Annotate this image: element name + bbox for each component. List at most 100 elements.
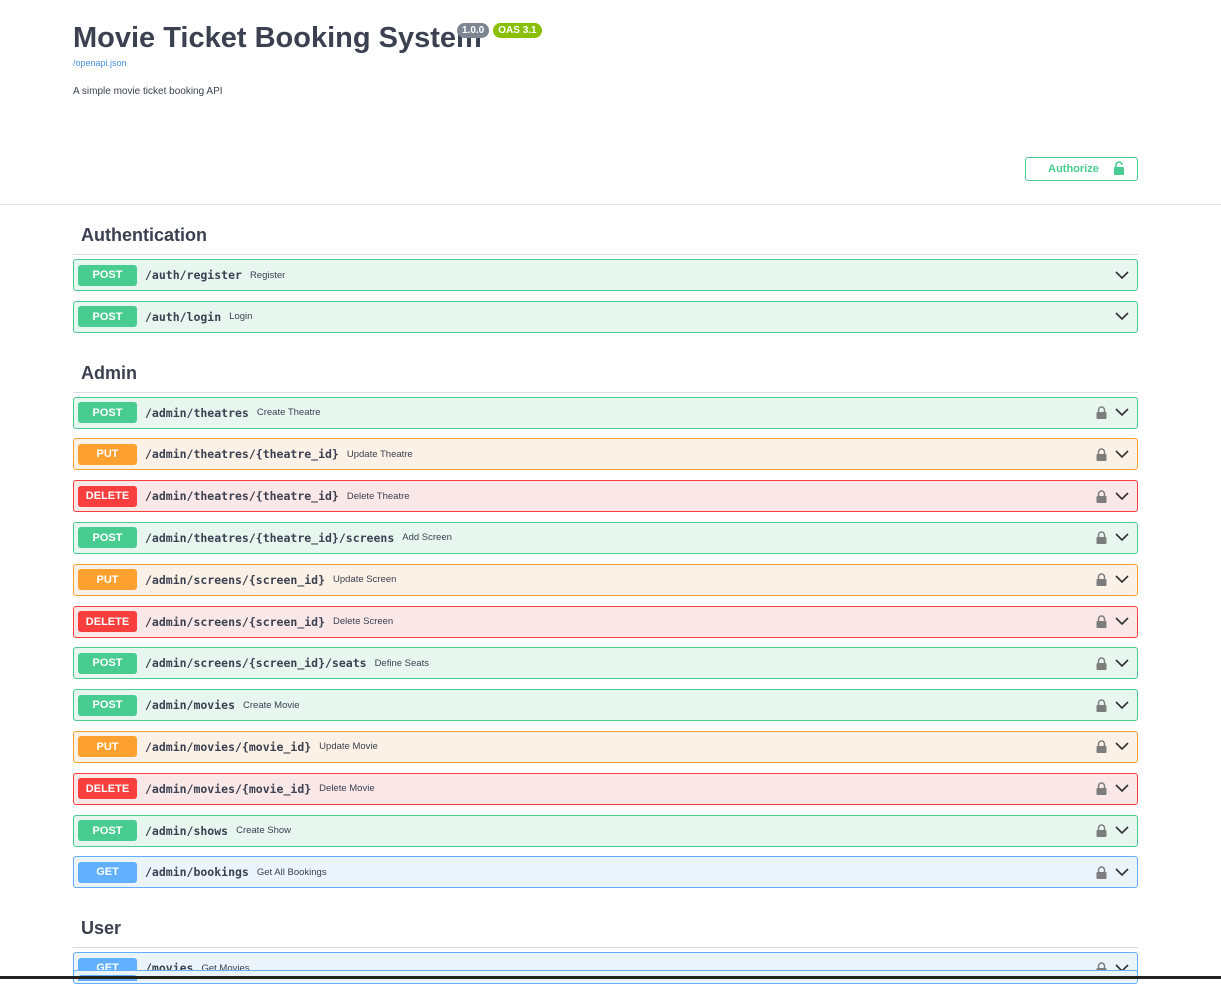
- operation-summary: Update Theatre: [346, 448, 413, 460]
- operation-path: /admin/movies/{movie_id}: [145, 739, 312, 754]
- method-badge: POST: [78, 527, 137, 549]
- operation-row[interactable]: DELETE/admin/screens/{screen_id} Delete S…: [73, 605, 1138, 638]
- operation-tags: Authentication POST/auth/register Register…: [73, 205, 1138, 994]
- lock-icon[interactable]: [1096, 573, 1107, 587]
- operation-row[interactable]: POST/auth/login Login: [73, 300, 1138, 333]
- operation-path: /admin/theatres/{theatre_id}: [145, 489, 339, 504]
- operation-row[interactable]: POST/admin/movies Create Movie: [73, 689, 1138, 722]
- operation-summary: Define Seats: [374, 657, 429, 669]
- operation-path: /admin/screens/{screen_id}: [145, 572, 326, 587]
- operation-controls: [1096, 439, 1129, 469]
- method-badge: PUT: [78, 569, 137, 591]
- operation-row[interactable]: POST/auth/register Register: [73, 259, 1138, 291]
- chevron-down-icon[interactable]: [1115, 784, 1129, 793]
- operation-controls: [1096, 690, 1129, 720]
- chevron-down-icon[interactable]: [1115, 617, 1129, 626]
- lock-icon[interactable]: [1096, 698, 1107, 712]
- operation-summary: Add Screen: [402, 532, 452, 544]
- chevron-down-icon[interactable]: [1115, 450, 1129, 459]
- lock-icon[interactable]: [1096, 490, 1107, 503]
- method-badge: DELETE: [78, 485, 137, 507]
- operation-controls: [1096, 565, 1129, 595]
- method-badge: POST: [78, 402, 137, 424]
- operation-path: /auth/login: [145, 309, 222, 324]
- tag-header[interactable]: Admin: [73, 343, 1138, 393]
- operation-row[interactable]: POST/admin/screens/{screen_id}/seats Defi…: [73, 647, 1138, 680]
- lock-icon[interactable]: [1096, 824, 1107, 838]
- operation-controls: [1115, 302, 1129, 332]
- operation-row[interactable]: GET/admin/bookings Get All Bookings: [73, 856, 1138, 889]
- operation-row[interactable]: POST/admin/shows Create Show: [73, 814, 1138, 847]
- unlock-icon: [1113, 160, 1125, 178]
- operation-row[interactable]: POST/admin/theatres Create Theatre: [73, 396, 1138, 429]
- authorize-label: Authorize: [1048, 163, 1099, 175]
- operation-row[interactable]: PUT/admin/theatres/{theatre_id} Update Th…: [73, 438, 1138, 471]
- operation-path: /admin/theatres: [145, 405, 249, 420]
- chevron-down-icon[interactable]: [1115, 408, 1129, 417]
- chevron-down-icon[interactable]: [1115, 826, 1129, 835]
- chevron-down-icon[interactable]: [1115, 701, 1129, 710]
- operation-path: /admin/screens/{screen_id}/seats: [145, 656, 367, 671]
- lock-icon[interactable]: [1096, 866, 1107, 879]
- operation-path: /admin/theatres/{theatre_id}/screens: [145, 530, 395, 545]
- tag-header[interactable]: User: [73, 898, 1138, 949]
- lock-icon[interactable]: [1096, 406, 1107, 420]
- lock-icon[interactable]: [1096, 531, 1107, 545]
- tag-section-authentication: Authentication POST/auth/register Register…: [73, 205, 1138, 333]
- operation-row[interactable]: PUT/admin/movies/{movie_id} Update Movie: [73, 730, 1138, 763]
- page-title: Movie Ticket Booking System: [73, 22, 482, 54]
- tag-header[interactable]: Authentication: [73, 205, 1138, 255]
- method-badge: POST: [78, 820, 137, 842]
- api-description: A simple movie ticket booking API: [73, 86, 223, 97]
- chevron-down-icon[interactable]: [1115, 312, 1129, 321]
- lock-icon[interactable]: [1096, 615, 1107, 629]
- operation-summary: Register: [249, 269, 286, 281]
- operation-controls: [1096, 857, 1129, 887]
- method-badge: PUT: [78, 443, 137, 465]
- operation-summary: Create Theatre: [256, 407, 321, 419]
- chevron-down-icon[interactable]: [1115, 659, 1129, 668]
- chevron-down-icon[interactable]: [1115, 492, 1129, 501]
- operation-summary: Delete Movie: [319, 783, 375, 795]
- operation-row[interactable]: DELETE/admin/theatres/{theatre_id} Delete…: [73, 480, 1138, 513]
- operation-path: /admin/movies: [145, 698, 236, 713]
- chevron-down-icon[interactable]: [1115, 270, 1129, 280]
- operation-summary: Delete Theatre: [346, 490, 410, 502]
- operation-summary: Update Movie: [319, 741, 378, 753]
- method-badge: PUT: [78, 736, 137, 758]
- tag-title: Admin: [81, 362, 137, 383]
- operation-path: /admin/bookings: [145, 865, 249, 880]
- openapi-spec-link[interactable]: /openapi.json: [73, 58, 127, 68]
- operation-summary: Create Show: [236, 825, 292, 837]
- operation-path: /admin/movies/{movie_id}: [145, 781, 312, 796]
- method-badge: POST: [78, 694, 137, 716]
- chevron-down-icon[interactable]: [1115, 742, 1129, 751]
- operation-row[interactable]: DELETE/admin/movies/{movie_id} Delete Mov…: [73, 772, 1138, 805]
- tag-title: Authentication: [81, 225, 207, 245]
- operation-path: /admin/theatres/{theatre_id}: [145, 447, 339, 462]
- operation-summary: Create Movie: [243, 699, 300, 711]
- oas-badge: OAS 3.1: [493, 23, 542, 38]
- authorize-button[interactable]: Authorize: [1025, 157, 1138, 181]
- operation-row[interactable]: POST/admin/theatres/{theatre_id}/screens…: [73, 521, 1138, 554]
- operation-row[interactable]: GET/movies Get Movies: [73, 952, 1138, 985]
- lock-icon[interactable]: [1096, 740, 1107, 754]
- operation-controls: [1096, 774, 1129, 804]
- operation-controls: [1096, 398, 1129, 428]
- operation-path: /auth/register: [145, 268, 242, 282]
- chevron-down-icon[interactable]: [1115, 868, 1129, 877]
- chevron-down-icon[interactable]: [1115, 533, 1129, 542]
- version-badge: 1.0.0: [457, 23, 490, 38]
- operation-path: /admin/shows: [145, 823, 229, 838]
- info-header: Movie Ticket Booking System 1.0.0 OAS 3.…: [0, 0, 1221, 205]
- operation-summary: Login: [229, 311, 253, 323]
- operation-controls: [1096, 648, 1129, 678]
- method-badge: DELETE: [78, 611, 137, 633]
- chevron-down-icon[interactable]: [1115, 575, 1129, 584]
- lock-icon[interactable]: [1096, 782, 1107, 796]
- method-badge: POST: [78, 652, 137, 674]
- tag-section-admin: Admin POST/admin/theatres Create Theatre PU…: [73, 343, 1138, 889]
- lock-icon[interactable]: [1096, 448, 1107, 461]
- operation-row[interactable]: PUT/admin/screens/{screen_id} Update Scre…: [73, 563, 1138, 596]
- lock-icon[interactable]: [1096, 657, 1107, 670]
